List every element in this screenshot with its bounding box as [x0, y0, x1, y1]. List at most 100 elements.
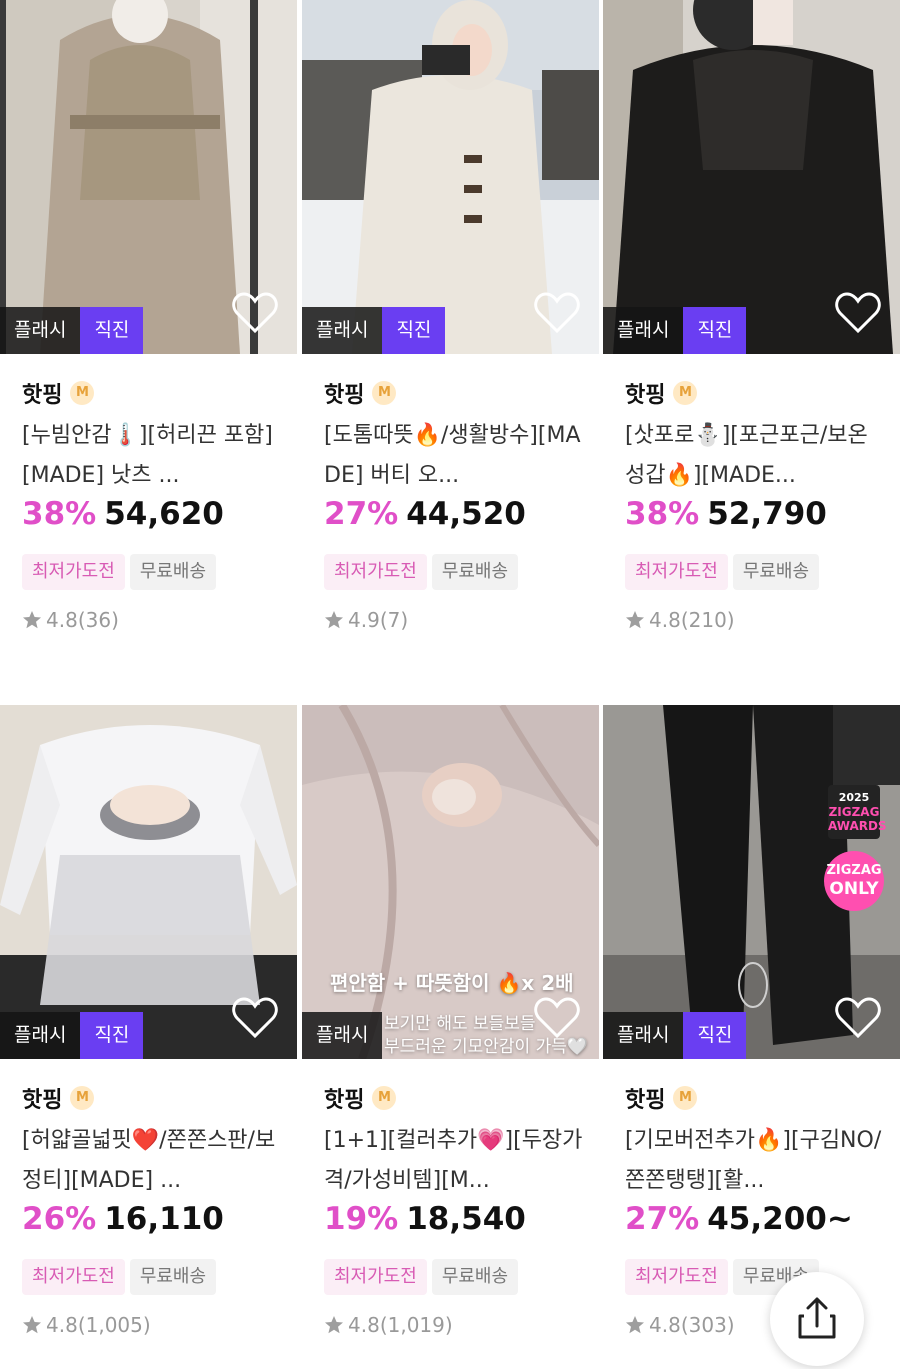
review-count: (1,019)	[379, 1313, 453, 1337]
price-row: 26% 16,110	[22, 1201, 282, 1253]
lowest-price-tag: 최저가도전	[324, 1259, 427, 1295]
price: 54,620	[104, 496, 224, 532]
discount-rate: 38%	[22, 496, 97, 532]
price: 52,790	[707, 496, 827, 532]
discount-rate: 19%	[324, 1201, 399, 1237]
product-title[interactable]: [기모버전추가🔥][구김NO/쫀쫀탱탱][활...	[625, 1121, 885, 1201]
product-info: 핫핑 M [도톰따뜻🔥/생활방수][MADE] 버티 오... 27% 44,5…	[324, 374, 584, 635]
product-info: 핫핑 M [삿포로⛄][포근포근/보온성갑🔥][MADE... 38% 52,7…	[625, 374, 885, 635]
free-shipping-tag: 무료배송	[129, 1259, 217, 1295]
free-shipping-tag: 무료배송	[431, 1259, 519, 1295]
rating-value: 4.9	[348, 608, 380, 632]
product-row: 플래시 직진 핫핑 M [허얇골넓핏❤️/쫀쫀스판/보정티][MADE] ...…	[0, 705, 900, 1369]
membership-badge: M	[673, 381, 698, 405]
star-icon	[325, 611, 343, 629]
star-icon	[23, 611, 41, 629]
product-card[interactable]: 편안함 + 따뜻함이 🔥x 2배 보기만 해도 보들보들 부드러운 기모안감이 …	[302, 705, 599, 1369]
store-name[interactable]: 핫핑	[22, 377, 62, 409]
tag-list: 최저가도전 무료배송	[625, 554, 885, 590]
lowest-price-tag: 최저가도전	[625, 554, 728, 590]
store-name[interactable]: 핫핑	[324, 1082, 364, 1114]
product-card[interactable]: 플래시 직진 핫핑 M [삿포로⛄][포근포근/보온성갑🔥][MADE... 3…	[603, 0, 900, 680]
white-long-sleeve-top-photo[interactable]: 플래시 직진	[0, 705, 297, 1059]
price-row: 27% 45,200~	[625, 1201, 885, 1253]
free-shipping-tag: 무료배송	[732, 554, 820, 590]
store-row[interactable]: 핫핑 M	[625, 374, 885, 412]
review-count: (7)	[379, 608, 409, 632]
tag-list: 최저가도전 무료배송	[324, 1259, 584, 1295]
black-flare-pants-photo[interactable]: 2025 ZIGZAG AWARDS ZIGZAG ONLY 플래시 직진	[603, 705, 900, 1059]
flash-badge: 플래시	[0, 1012, 81, 1059]
share-icon	[798, 1297, 836, 1339]
store-row[interactable]: 핫핑 M	[625, 1079, 885, 1117]
flash-badge: 플래시	[603, 307, 684, 354]
beige-trench-coat-photo[interactable]: 플래시 직진	[0, 0, 297, 354]
product-title[interactable]: [누빔안감🌡️][허리끈 포함][MADE] 낫츠 ...	[22, 416, 282, 496]
store-row[interactable]: 핫핑 M	[22, 1079, 282, 1117]
rating-value: 4.8	[649, 1313, 681, 1337]
price: 18,540	[406, 1201, 526, 1237]
product-title[interactable]: [1+1][컬러추가💗][두장가격/가성비템][M...	[324, 1121, 584, 1201]
heart-icon[interactable]	[232, 997, 278, 1039]
store-name[interactable]: 핫핑	[625, 1082, 665, 1114]
rating-value: 4.8	[46, 1313, 78, 1337]
promo-line-1: 편안함 + 따뜻함이 🔥x 2배	[330, 971, 574, 995]
price: 16,110	[104, 1201, 224, 1237]
sticker-line-2: ONLY	[829, 879, 879, 899]
star-icon	[325, 1316, 343, 1334]
award-line-2: AWARDS	[828, 819, 887, 833]
heart-icon[interactable]	[534, 292, 580, 334]
product-badges: 플래시 직진	[0, 1012, 144, 1059]
product-info: 핫핑 M [허얇골넓핏❤️/쫀쫀스판/보정티][MADE] ... 26% 16…	[22, 1079, 282, 1340]
product-title[interactable]: [도톰따뜻🔥/생활방수][MADE] 버티 오...	[324, 416, 584, 496]
heart-icon[interactable]	[835, 292, 881, 334]
store-name[interactable]: 핫핑	[324, 377, 364, 409]
tag-list: 최저가도전 무료배송	[324, 554, 584, 590]
store-name[interactable]: 핫핑	[22, 1082, 62, 1114]
lowest-price-tag: 최저가도전	[22, 1259, 125, 1295]
membership-badge: M	[372, 1086, 397, 1110]
fleece-fabric-closeup-photo[interactable]: 편안함 + 따뜻함이 🔥x 2배 보기만 해도 보들보들 부드러운 기모안감이 …	[302, 705, 599, 1059]
share-button[interactable]	[770, 1272, 864, 1366]
product-card[interactable]: 플래시 직진 핫핑 M [허얇골넓핏❤️/쫀쫀스판/보정티][MADE] ...…	[0, 705, 297, 1369]
rating-row: 4.9 (7)	[324, 605, 584, 635]
black-shearling-jacket-photo[interactable]: 플래시 직진	[603, 0, 900, 354]
lowest-price-tag: 최저가도전	[324, 554, 427, 590]
white-duffle-coat-photo[interactable]: 플래시 직진	[302, 0, 599, 354]
heart-icon[interactable]	[835, 997, 881, 1039]
product-badges: 플래시 직진	[603, 307, 747, 354]
lowest-price-tag: 최저가도전	[625, 1259, 728, 1295]
price-row: 38% 52,790	[625, 496, 885, 548]
star-icon	[23, 1316, 41, 1334]
product-badges: 플래시 직진	[0, 307, 144, 354]
price-row: 27% 44,520	[324, 496, 584, 548]
review-count: (36)	[77, 608, 119, 632]
tag-list: 최저가도전 무료배송	[22, 1259, 282, 1295]
zigzag-awards-badge: 2025 ZIGZAG AWARDS	[828, 785, 887, 839]
heart-icon[interactable]	[232, 292, 278, 334]
store-row[interactable]: 핫핑 M	[324, 1079, 584, 1117]
discount-rate: 26%	[22, 1201, 97, 1237]
product-title[interactable]: [삿포로⛄][포근포근/보온성갑🔥][MADE...	[625, 416, 885, 496]
product-card[interactable]: 플래시 직진 핫핑 M [누빔안감🌡️][허리끈 포함][MADE] 낫츠 ..…	[0, 0, 297, 680]
store-row[interactable]: 핫핑 M	[22, 374, 282, 412]
star-icon	[626, 1316, 644, 1334]
product-card[interactable]: 플래시 직진 핫핑 M [도톰따뜻🔥/생활방수][MADE] 버티 오... 2…	[302, 0, 599, 680]
direct-badge: 직진	[382, 307, 446, 354]
sticker-line-1: ZIGZAG	[826, 863, 882, 878]
rating-row: 4.8 (36)	[22, 605, 282, 635]
product-card[interactable]: 2025 ZIGZAG AWARDS ZIGZAG ONLY 플래시 직진 핫핑…	[603, 705, 900, 1369]
product-badges: 플래시 직진	[603, 1012, 747, 1059]
store-name[interactable]: 핫핑	[625, 377, 665, 409]
rating-row: 4.8 (210)	[625, 605, 885, 635]
review-count: (303)	[680, 1313, 735, 1337]
product-info: 핫핑 M [누빔안감🌡️][허리끈 포함][MADE] 낫츠 ... 38% 5…	[22, 374, 282, 635]
direct-badge: 직진	[80, 307, 144, 354]
rating-value: 4.8	[649, 608, 681, 632]
discount-rate: 27%	[625, 1201, 700, 1237]
free-shipping-tag: 무료배송	[431, 554, 519, 590]
heart-icon[interactable]	[534, 997, 580, 1039]
store-row[interactable]: 핫핑 M	[324, 374, 584, 412]
product-title[interactable]: [허얇골넓핏❤️/쫀쫀스판/보정티][MADE] ...	[22, 1121, 282, 1201]
membership-badge: M	[70, 381, 95, 405]
